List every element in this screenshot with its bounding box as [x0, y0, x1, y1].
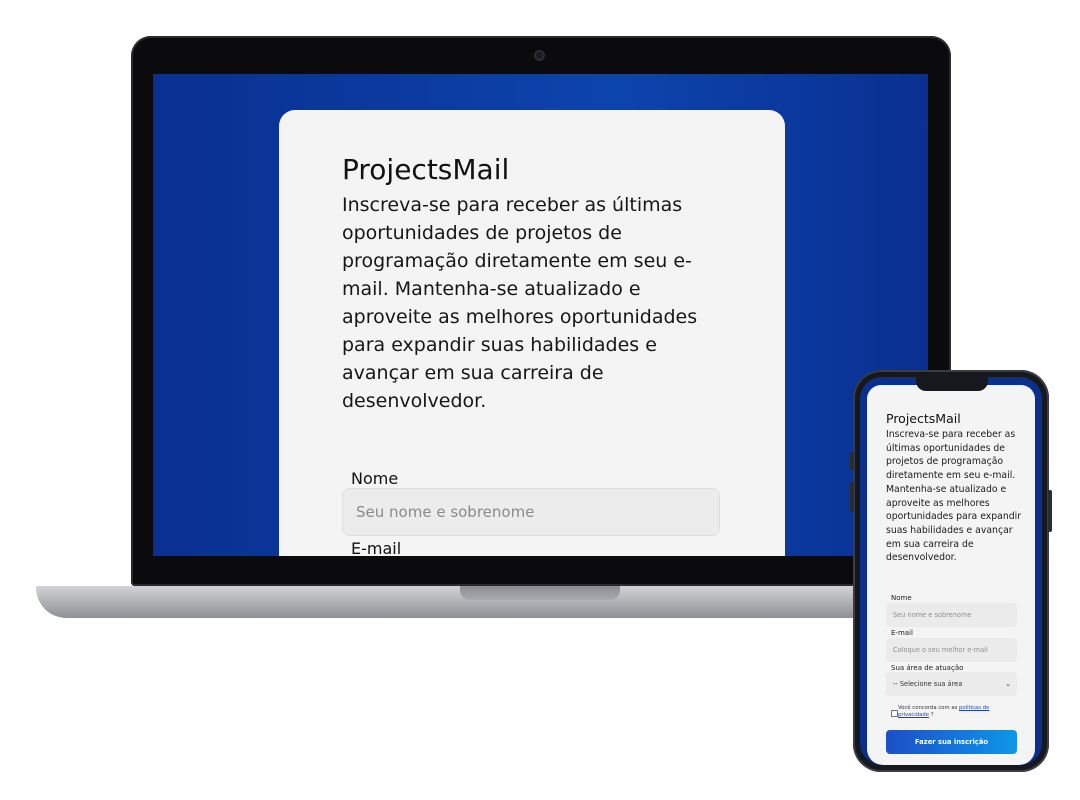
mobile-brand-title: ProjectsMail	[886, 411, 961, 426]
email-label: E-mail	[351, 539, 402, 556]
device-mockup: ProjectsMail Inscreva-se para receber as…	[0, 0, 1080, 800]
consent-checkbox[interactable]	[891, 710, 898, 717]
phone-side-button	[850, 452, 854, 470]
brand-title: ProjectsMail	[342, 153, 510, 186]
area-select-value: -- Selecione sua área	[893, 680, 963, 688]
intro-text: Inscreva-se para receber as últimas opor…	[342, 194, 698, 412]
mobile-email-input[interactable]: Coloque o seu melhor e-mail	[886, 638, 1017, 662]
subscribe-button[interactable]: Fazer sua inscrição	[886, 730, 1017, 754]
phone-side-button	[850, 482, 854, 512]
name-input[interactable]: Seu nome e sobrenome	[342, 488, 720, 536]
consent-text: Você concorda com as politicas de privac…	[898, 705, 1008, 719]
consent-suffix: ?	[930, 712, 934, 718]
laptop-camera	[534, 50, 545, 61]
mobile-name-input[interactable]: Seu nome e sobrenome	[886, 603, 1017, 627]
phone-screen: ProjectsMail Inscreva-se para receber as…	[860, 377, 1042, 765]
laptop-trackpad-notch	[460, 586, 620, 600]
phone-side-button	[1048, 490, 1052, 532]
mobile-name-label: Nome	[891, 594, 912, 602]
mobile-email-label: E-mail	[891, 629, 913, 637]
laptop-screen: ProjectsMail Inscreva-se para receber as…	[153, 74, 928, 556]
chevron-down-icon: ⌄	[1005, 680, 1011, 688]
mobile-area-select[interactable]: -- Selecione sua área ⌄	[886, 672, 1017, 696]
mobile-area-label: Sua área de atuação	[891, 664, 964, 672]
signup-card: ProjectsMail Inscreva-se para receber as…	[279, 110, 785, 556]
mobile-intro-text: Inscreva-se para receber as últimas opor…	[886, 429, 1022, 564]
phone-notch	[916, 377, 988, 391]
mobile-signup-card: ProjectsMail Inscreva-se para receber as…	[867, 385, 1035, 765]
consent-label: Você concorda com as	[898, 705, 958, 711]
name-label: Nome	[351, 469, 399, 488]
